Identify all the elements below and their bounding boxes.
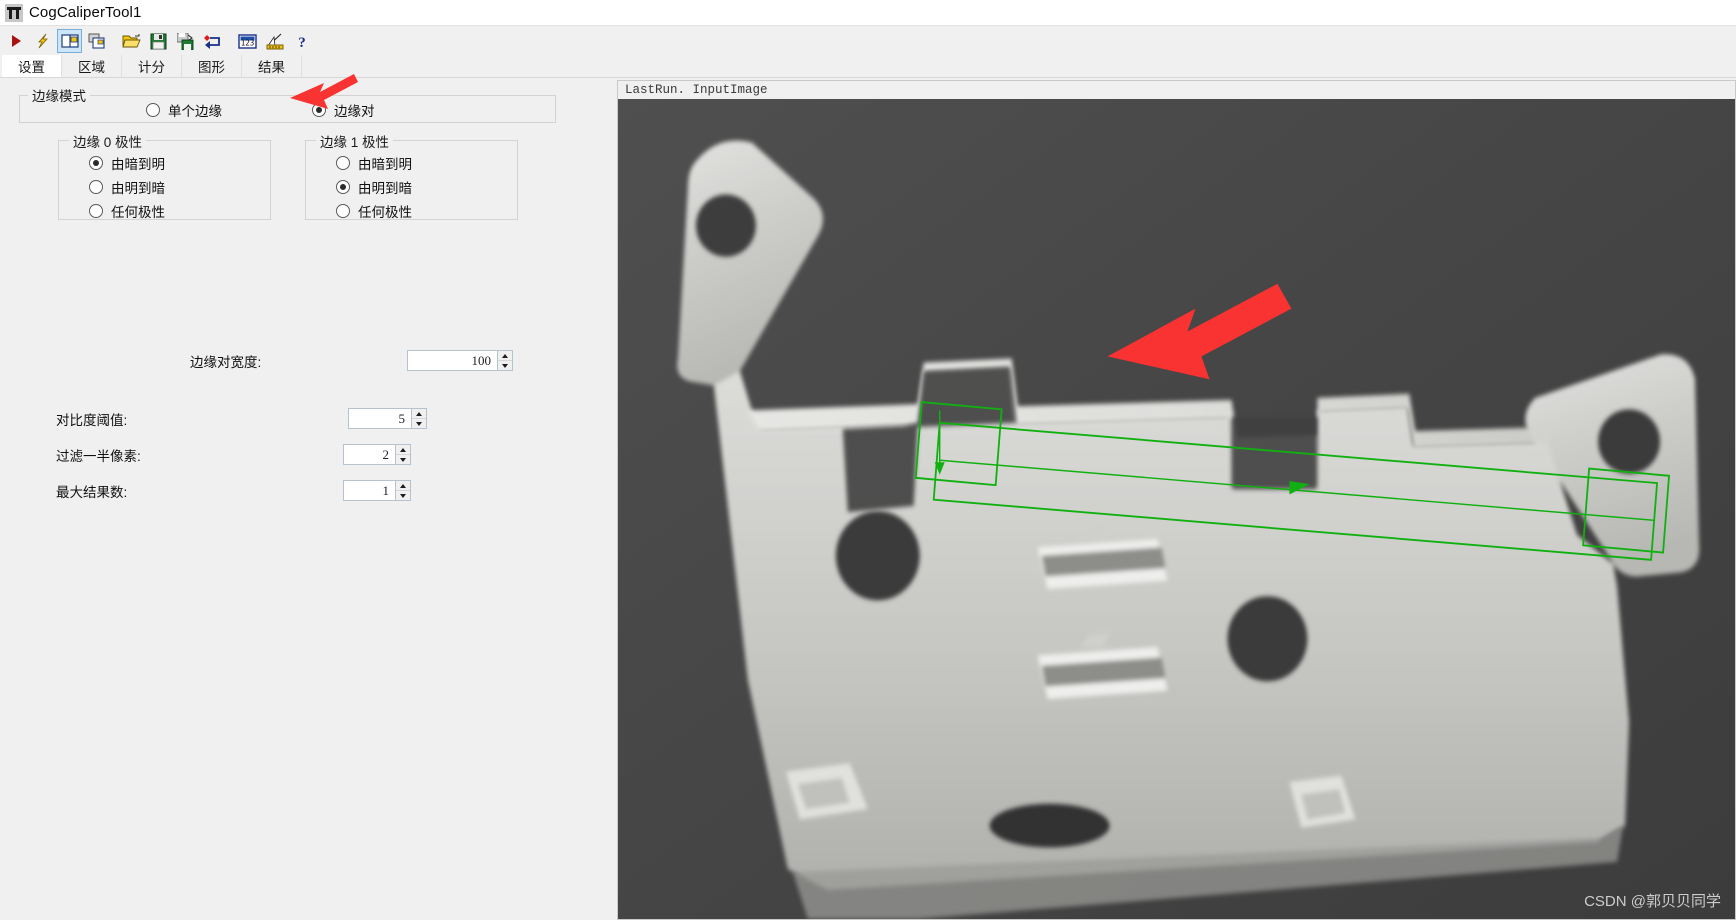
tab-graphics[interactable]: 图形 — [182, 55, 242, 77]
contrast-threshold-stepper[interactable]: 5 — [348, 408, 427, 429]
edge1-dark-to-light-radio[interactable]: 由暗到明 — [336, 153, 412, 173]
pair-width-input[interactable]: 100 — [407, 350, 497, 371]
svg-text:123: 123 — [241, 38, 255, 47]
settings-panel: 边缘模式 单个边缘 边缘对 边缘 0 极性 由暗到明 由明到暗 任何极性 边缘 … — [0, 74, 614, 920]
restore-defaults-button[interactable] — [200, 29, 225, 53]
tab-results[interactable]: 结果 — [242, 55, 302, 77]
radio-circle-selected-icon — [312, 103, 326, 117]
filter-half-pixels-row: 过滤一半像素: 2 — [56, 444, 411, 465]
main-toolbar: 123 ? — [0, 26, 1736, 56]
spinner-up-icon[interactable] — [498, 351, 512, 361]
contrast-threshold-label: 对比度阈值: — [56, 412, 128, 428]
add-display-button[interactable] — [84, 29, 109, 53]
svg-text:?: ? — [298, 35, 306, 50]
spinner-down-icon[interactable] — [396, 491, 410, 500]
filter-half-pixels-stepper[interactable]: 2 — [343, 444, 411, 465]
max-results-spinner-arrows[interactable] — [395, 480, 411, 501]
edge0-light-to-dark-radio[interactable]: 由明到暗 — [89, 177, 165, 197]
spinner-down-icon[interactable] — [412, 419, 426, 428]
spinner-down-icon[interactable] — [498, 361, 512, 370]
radio-circle-icon — [336, 156, 350, 170]
save-as-button[interactable] — [173, 29, 198, 53]
radio-circle-selected-icon — [89, 156, 103, 170]
filter-half-pixels-label: 过滤一半像素: — [56, 448, 141, 464]
edge-mode-group: 边缘模式 — [19, 85, 556, 123]
radio-edge-pair-label: 边缘对 — [334, 104, 375, 119]
edge0-option-label-1: 由明到暗 — [111, 181, 165, 196]
edge0-polarity-legend: 边缘 0 极性 — [69, 131, 147, 151]
contrast-threshold-row: 对比度阈值: 5 — [56, 408, 427, 429]
tab-settings[interactable]: 设置 — [2, 55, 62, 77]
open-button[interactable] — [119, 29, 144, 53]
edge0-any-polarity-radio[interactable]: 任何极性 — [89, 201, 165, 221]
tab-region[interactable]: 区域 — [62, 55, 122, 77]
edge1-polarity-legend: 边缘 1 极性 — [316, 131, 394, 151]
max-results-label: 最大结果数: — [56, 484, 128, 500]
edge1-light-to-dark-radio[interactable]: 由明到暗 — [336, 177, 412, 197]
edge0-option-label-0: 由暗到明 — [111, 157, 165, 172]
numeric-results-button[interactable]: 123 — [235, 29, 260, 53]
train-button[interactable] — [30, 29, 55, 53]
max-results-input[interactable]: 1 — [343, 480, 395, 501]
pair-width-label: 边缘对宽度: — [190, 354, 262, 370]
contrast-threshold-input[interactable]: 5 — [348, 408, 411, 429]
filter-half-pixels-input[interactable]: 2 — [343, 444, 395, 465]
edge1-option-label-0: 由暗到明 — [358, 157, 412, 172]
show-display-button[interactable] — [57, 29, 82, 53]
spinner-up-icon[interactable] — [396, 445, 410, 455]
edge-mode-legend: 边缘模式 — [28, 85, 90, 105]
window-title: CogCaliperTool1 — [29, 4, 142, 21]
edge0-dark-to-light-radio[interactable]: 由暗到明 — [89, 153, 165, 173]
spinner-down-icon[interactable] — [396, 455, 410, 464]
pair-width-row: 边缘对宽度: 100 — [190, 350, 513, 371]
radio-circle-icon — [146, 103, 160, 117]
tab-scoring[interactable]: 计分 — [122, 55, 182, 77]
edge1-option-label-1: 由明到暗 — [358, 181, 412, 196]
edge0-option-label-2: 任何极性 — [111, 205, 165, 220]
spinner-up-icon[interactable] — [412, 409, 426, 419]
radio-circle-icon — [89, 204, 103, 218]
image-viewer-panel: LastRun. InputImage CSDN @郭贝贝同学 — [614, 78, 1736, 920]
edge1-any-polarity-radio[interactable]: 任何极性 — [336, 201, 412, 221]
radio-single-edge-label: 单个边缘 — [168, 104, 222, 119]
radio-edge-pair[interactable]: 边缘对 — [312, 100, 375, 120]
measure-button[interactable] — [262, 29, 287, 53]
spinner-up-icon[interactable] — [396, 481, 410, 491]
max-results-row: 最大结果数: 1 — [56, 480, 411, 501]
pair-width-stepper[interactable]: 100 — [407, 350, 513, 371]
help-button[interactable]: ? — [289, 29, 314, 53]
pair-width-spinner-arrows[interactable] — [497, 350, 513, 371]
image-record-label: LastRun. InputImage — [617, 80, 1736, 99]
max-results-stepper[interactable]: 1 — [343, 480, 411, 501]
settings-tabstrip: 设置 区域 计分 图形 结果 — [0, 55, 1736, 78]
radio-circle-selected-icon — [336, 180, 350, 194]
radio-circle-icon — [89, 180, 103, 194]
edge1-polarity-group: 边缘 1 极性 由暗到明 由明到暗 任何极性 — [305, 131, 518, 221]
main-content: 边缘模式 单个边缘 边缘对 边缘 0 极性 由暗到明 由明到暗 任何极性 边缘 … — [0, 74, 1736, 920]
window-titlebar: CogCaliperTool1 — [0, 0, 1736, 26]
save-button[interactable] — [146, 29, 171, 53]
filter-half-pixels-spinner-arrows[interactable] — [395, 444, 411, 465]
radio-circle-icon — [336, 204, 350, 218]
caliper-tool-icon — [5, 3, 23, 22]
run-button[interactable] — [3, 29, 28, 53]
image-display-canvas[interactable]: CSDN @郭贝贝同学 — [617, 99, 1736, 920]
edge1-option-label-2: 任何极性 — [358, 205, 412, 220]
contrast-threshold-spinner-arrows[interactable] — [411, 408, 427, 429]
edge0-polarity-group: 边缘 0 极性 由暗到明 由明到暗 任何极性 — [58, 131, 271, 221]
part-image — [618, 99, 1735, 919]
radio-single-edge[interactable]: 单个边缘 — [146, 100, 222, 120]
